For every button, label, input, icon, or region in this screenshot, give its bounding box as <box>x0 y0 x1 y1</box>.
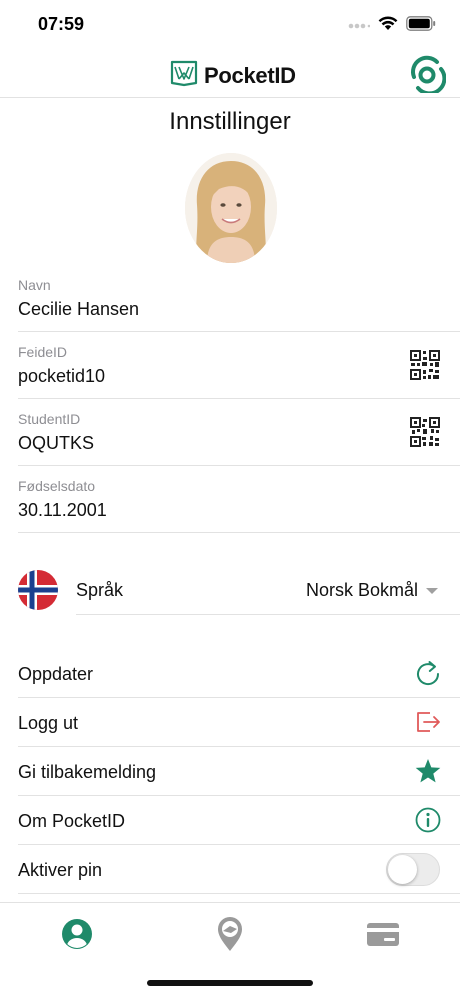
qr-code-icon <box>410 350 440 380</box>
language-label: Språk <box>76 580 124 600</box>
sync-status-button[interactable] <box>408 55 447 96</box>
tab-bar <box>0 902 460 962</box>
refresh-icon <box>414 659 442 687</box>
action-label: Gi tilbakemelding <box>18 762 157 782</box>
status-bar: 07:59 <box>0 0 460 50</box>
name-field: Navn Cecilie Hansen <box>18 265 460 332</box>
feide-qr-button[interactable] <box>410 350 440 380</box>
status-indicators <box>348 15 436 36</box>
student-qr-button[interactable] <box>410 417 440 447</box>
battery-icon <box>406 15 436 36</box>
toggle-knob <box>388 855 417 884</box>
brand: PocketID <box>170 59 296 92</box>
nav-bar: PocketID <box>0 50 460 98</box>
language-selected-value: Norsk Bokmål <box>305 580 418 600</box>
field-label: Navn <box>18 277 51 293</box>
pin-row: Aktiver pin <box>18 845 460 894</box>
star-icon <box>414 757 442 785</box>
page-title: Innstillinger <box>169 108 291 135</box>
field-label: FeideID <box>18 344 68 360</box>
pocketid-logo-icon <box>170 59 198 92</box>
logout-icon <box>414 708 442 736</box>
language-row: Språk Norsk Bokmål <box>0 556 460 626</box>
status-time: 07:59 <box>38 14 85 34</box>
divider <box>76 614 460 615</box>
action-label: Oppdater <box>18 664 94 684</box>
tab-location[interactable] <box>211 915 249 953</box>
field-value: Cecilie Hansen <box>18 299 140 319</box>
field-label: StudentID <box>18 411 81 427</box>
feedback-row[interactable]: Gi tilbakemelding <box>18 747 460 796</box>
norway-flag-icon <box>18 570 58 610</box>
feide-id-field: FeideID pocketid10 <box>18 332 460 399</box>
chevron-down-icon <box>426 587 438 594</box>
signal-dots-icon <box>348 17 371 35</box>
field-value: 30.11.2001 <box>18 500 107 520</box>
avatar <box>185 153 277 263</box>
home-indicator <box>147 980 313 986</box>
brand-name: PocketID <box>204 62 296 88</box>
action-label: Aktiver pin <box>18 860 103 880</box>
student-id-field: StudentID OQUTKS <box>18 399 460 466</box>
info-icon <box>414 806 442 834</box>
qr-code-icon <box>410 417 440 447</box>
profile-icon <box>62 919 92 949</box>
field-value: pocketid10 <box>18 366 106 386</box>
language-select[interactable]: Norsk Bokmål <box>306 580 438 601</box>
action-label: Logg ut <box>18 713 79 733</box>
action-label: Om PocketID <box>18 811 126 831</box>
pin-toggle[interactable] <box>386 853 440 886</box>
tab-profile[interactable] <box>58 915 96 953</box>
wifi-icon <box>378 15 398 36</box>
field-label: Fødselsdato <box>18 478 96 494</box>
tab-cards[interactable] <box>364 915 402 953</box>
logout-row[interactable]: Logg ut <box>18 698 460 747</box>
about-row[interactable]: Om PocketID <box>18 796 460 845</box>
location-pin-icon <box>218 917 242 951</box>
card-icon <box>367 923 399 946</box>
refresh-row[interactable]: Oppdater <box>18 649 460 698</box>
sync-icon <box>411 55 447 96</box>
field-value: OQUTKS <box>18 433 95 453</box>
birthdate-field: Fødselsdato 30.11.2001 <box>18 466 460 533</box>
